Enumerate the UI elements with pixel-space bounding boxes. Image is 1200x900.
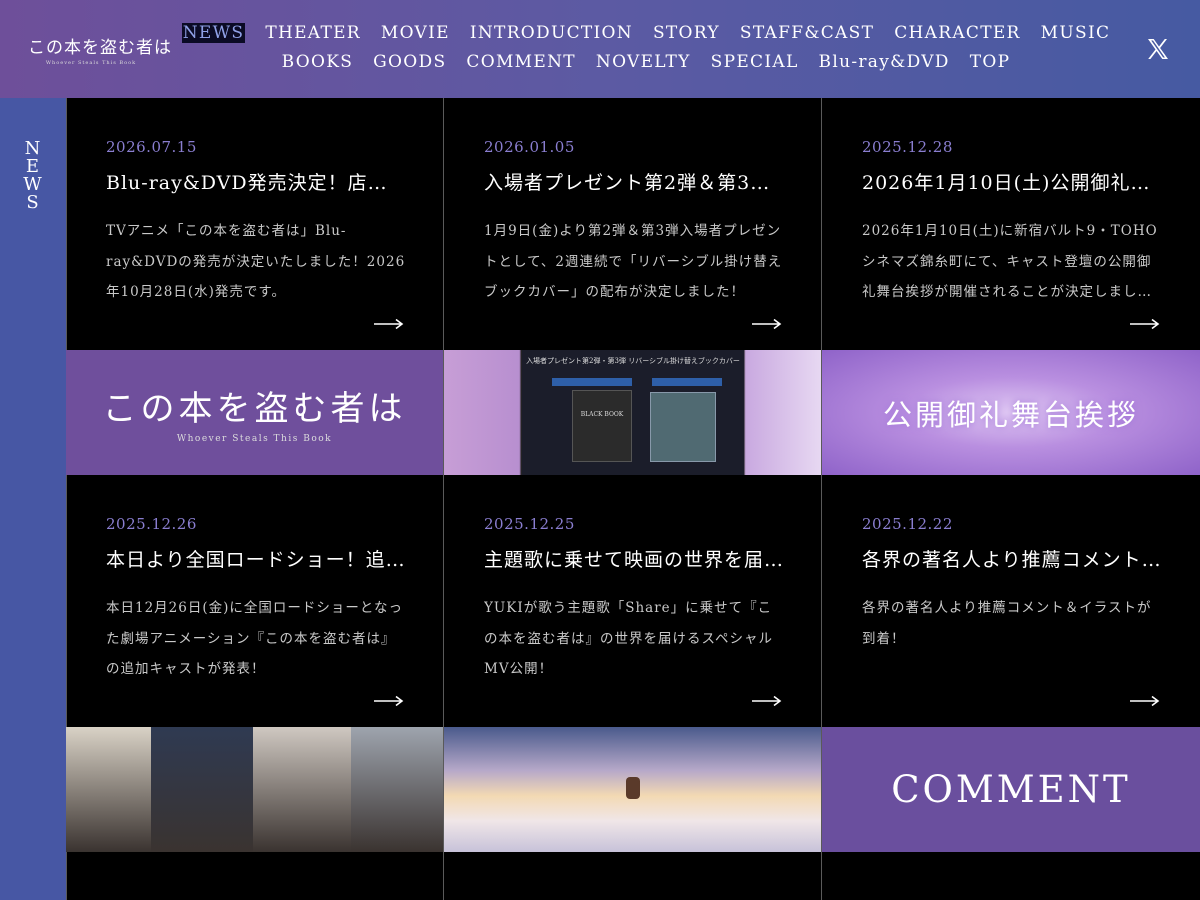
news-thumbnail[interactable] xyxy=(66,727,443,852)
news-body: 2026年1月10日(土)に新宿バルト9・TOHOシネマズ錦糸町にて、キャスト登… xyxy=(862,223,1158,300)
news-title[interactable]: 2026年1月10日(土)公開御礼舞台挨拶 xyxy=(862,168,1162,195)
present-label-bar xyxy=(552,378,632,386)
news-date: 2026.01.05 xyxy=(484,138,575,156)
news-title[interactable]: 各界の著名人より推薦コメント＆イラストが到着 xyxy=(862,545,1162,572)
nav-item-staff-cast[interactable]: STAFF&CAST xyxy=(730,22,884,45)
book-label: BLACK BOOK xyxy=(580,411,624,418)
nav-item-bluray-dvd[interactable]: Blu-ray&DVD xyxy=(809,51,960,74)
news-grid: 2026.07.15 Blu-ray&DVD発売決定！店舗特典情報 TVアニメ「この… xyxy=(66,98,1200,900)
nav-item-character[interactable]: CHARACTER xyxy=(884,22,1030,45)
logo-title: この本を盗む者は xyxy=(28,38,172,58)
news-thumbnail[interactable] xyxy=(444,727,821,852)
nav-item-introduction[interactable]: INTRODUCTION xyxy=(460,22,643,45)
news-body: 各界の著名人より推薦コメント＆イラストが到着！ xyxy=(862,600,1152,647)
news-card-text: 2025.12.28 2026年1月10日(土)公開御礼舞台挨拶 2026年1月10… xyxy=(822,98,1200,350)
news-thumbnail[interactable]: 入場者プレゼント第2弾・第3弾 リバーシブル掛け替えブックカバー BLACK BO… xyxy=(444,350,821,475)
cast-photo xyxy=(66,727,151,852)
news-card-text: 2025.12.26 本日より全国ロードショー！追加キャスト発表本日12月26日(… xyxy=(66,475,443,727)
horse-silhouette xyxy=(626,777,640,799)
present-header-text: 入場者プレゼント第2弾・第3弾 リバーシブル掛け替えブックカバー xyxy=(526,357,740,365)
news-body: YUKIが歌う主題歌「Share」に乗せて『この本を盗む者は』の世界を届けるスペ… xyxy=(484,600,774,677)
image-logo-title: この本を盗む者は xyxy=(102,389,407,429)
nav-item-special[interactable]: SPECIAL xyxy=(701,51,809,74)
nav-item-news[interactable]: NEWS xyxy=(172,22,256,45)
nav-item-music[interactable]: MUSIC xyxy=(1031,22,1121,45)
site-logo[interactable]: この本を盗む者は Whoever Steals This Book xyxy=(28,33,172,66)
present-label-bar xyxy=(652,378,722,386)
image-butai-title: 公開御礼舞台挨拶 xyxy=(882,397,1139,432)
news-thumbnail[interactable]: 公開御礼舞台挨拶 xyxy=(822,350,1200,475)
global-nav: NEWS THEATER MOVIE INTRODUCTION STORY ST… xyxy=(181,22,1109,74)
cast-photo xyxy=(253,727,351,852)
nav-item-novelty[interactable]: NOVELTY xyxy=(586,51,701,74)
news-title[interactable]: 主題歌に乗せて映画の世界を届けるスペシャルMV公開 xyxy=(484,545,784,572)
news-card-text: 2026.01.05 入場者プレゼント第2弾＆第3弾決定 1月9日(金)より第2弾＆… xyxy=(444,98,821,350)
nav-row-1: NEWS THEATER MOVIE INTRODUCTION STORY ST… xyxy=(181,22,1109,45)
arrow-right-icon[interactable] xyxy=(752,318,782,330)
image-comment-title: COMMENT xyxy=(891,768,1131,811)
nav-row-2: BOOKS GOODS COMMENT NOVELTY SPECIAL Blu-… xyxy=(196,51,1096,74)
arrow-right-icon[interactable] xyxy=(752,695,782,707)
arrow-right-icon[interactable] xyxy=(1130,695,1160,707)
news-date: 2025.12.22 xyxy=(862,515,953,533)
logo-subtitle: Whoever Steals This Book xyxy=(45,60,137,66)
cast-photo xyxy=(151,727,253,852)
news-card[interactable]: 2025.12.25 主題歌に乗せて映画の世界を届けるスペシャルMV公開 YUKIが… xyxy=(444,475,821,852)
news-thumbnail[interactable]: この本を盗む者は Whoever Steals This Book xyxy=(66,350,443,475)
nav-item-books[interactable]: BOOKS xyxy=(272,51,364,74)
site-header: この本を盗む者は Whoever Steals This Book NEWS T… xyxy=(0,0,1200,98)
news-card-text: 2025.12.25 主題歌に乗せて映画の世界を届けるスペシャルMV公開 YUKIが… xyxy=(444,475,821,727)
news-date: 2025.12.28 xyxy=(862,138,953,156)
news-thumbnail[interactable]: COMMENT xyxy=(822,727,1200,852)
news-body: 1月9日(金)より第2弾＆第3弾入場者プレゼントとして、2週連続で「リバーシブル… xyxy=(484,223,783,300)
nav-item-top[interactable]: TOP xyxy=(960,51,1021,74)
news-card-text: 2026.07.15 Blu-ray&DVD発売決定！店舗特典情報 TVアニメ「この… xyxy=(66,98,443,350)
news-body: 本日12月26日(金)に全国ロードショーとなった劇場アニメーション『この本を盗む… xyxy=(106,600,403,677)
section-sidebar: NEWS xyxy=(0,98,66,900)
arrow-right-icon[interactable] xyxy=(1130,318,1160,330)
news-title[interactable]: Blu-ray&DVD発売決定！店舗特典情報 xyxy=(106,168,406,195)
news-card[interactable]: 2026.01.05 入場者プレゼント第2弾＆第3弾決定 1月9日(金)より第2弾＆… xyxy=(444,98,821,475)
book-cover-blue xyxy=(650,392,716,462)
cast-photo xyxy=(351,727,443,852)
nav-item-theater[interactable]: THEATER xyxy=(255,22,371,45)
nav-item-comment[interactable]: COMMENT xyxy=(456,51,585,74)
arrow-right-icon[interactable] xyxy=(374,695,404,707)
image-logo-subtitle: Whoever Steals This Book xyxy=(176,434,333,444)
nav-item-goods[interactable]: GOODS xyxy=(363,51,456,74)
book-cover-black: BLACK BOOK xyxy=(572,390,632,462)
sidebar-title-letter: S xyxy=(26,192,40,213)
arrow-right-icon[interactable] xyxy=(374,318,404,330)
news-date: 2026.07.15 xyxy=(106,138,197,156)
news-card-text: 2025.12.22 各界の著名人より推薦コメント＆イラストが到着各界の著名人より… xyxy=(822,475,1200,727)
x-icon[interactable] xyxy=(1146,37,1170,61)
news-title[interactable]: 入場者プレゼント第2弾＆第3弾決定 xyxy=(484,168,784,195)
news-date: 2025.12.26 xyxy=(106,515,197,533)
news-title[interactable]: 本日より全国ロードショー！追加キャスト発表 xyxy=(106,545,406,572)
sidebar-title: NEWS xyxy=(0,140,66,212)
present-image-panel: 入場者プレゼント第2弾・第3弾 リバーシブル掛け替えブックカバー BLACK BO… xyxy=(522,350,744,475)
nav-item-story[interactable]: STORY xyxy=(643,22,730,45)
news-date: 2025.12.25 xyxy=(484,515,575,533)
nav-item-movie[interactable]: MOVIE xyxy=(371,22,460,45)
news-body: TVアニメ「この本を盗む者は」Blu-ray&DVDの発売が決定いたしました！2… xyxy=(106,223,406,300)
